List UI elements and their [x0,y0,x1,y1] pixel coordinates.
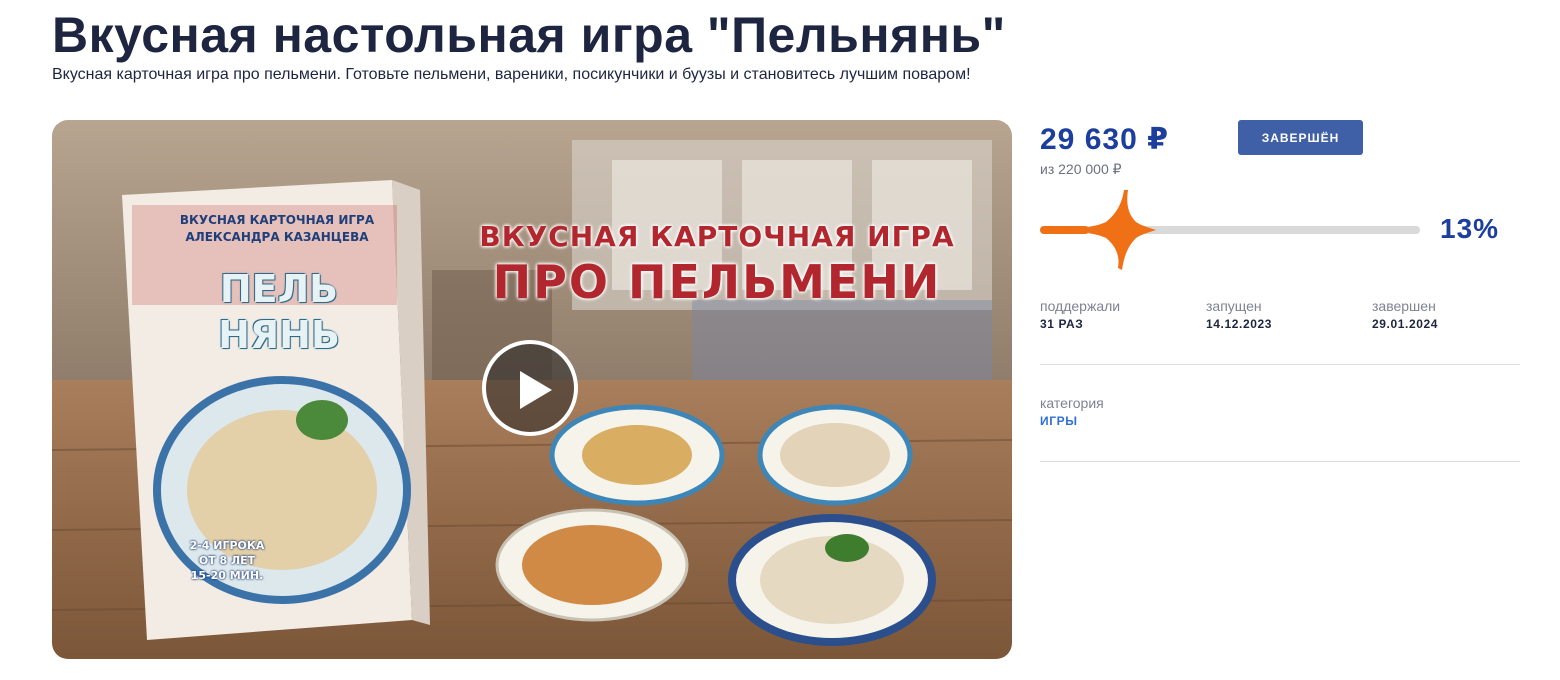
box-top-line-2: АЛЕКСАНДРА КАЗАНЦЕВА [185,230,369,244]
category-link[interactable]: ИГРЫ [1040,414,1104,428]
page-title: Вкусная настольная игра "Пельнянь" [52,7,1006,63]
finished-label: завершен [1372,298,1436,314]
project-video[interactable]: ВКУСНАЯ КАРТОЧНАЯ ИГРА ПРО ПЕЛЬМЕНИ ВКУС… [52,120,1012,659]
video-banner: ВКУСНАЯ КАРТОЧНАЯ ИГРА ПРО ПЕЛЬМЕНИ [462,220,972,309]
banner-line-2: ПРО ПЕЛЬМЕНИ [492,255,942,309]
started-value: 14.12.2023 [1206,317,1273,331]
divider [1040,364,1520,365]
finished-value: 29.01.2024 [1372,317,1439,331]
box-logo: ПЕЛЬ НЯНЬ [164,266,394,358]
box-top-text: ВКУСНАЯ КАРТОЧНАЯ ИГРА АЛЕКСАНДРА КАЗАНЦ… [162,212,392,246]
box-info-line-3: 15-20 МИН. [190,569,264,582]
stat-finished: завершен 29.01.2024 [1372,298,1438,331]
collected-amount: 29 630 ₽ [1040,123,1169,156]
category-block: категория ИГРЫ [1040,395,1104,428]
box-info-line-1: 2-4 ИГРОКА [189,539,265,552]
backers-value: 31 РАЗ [1040,317,1084,331]
status-badge: ЗАВЕРШЁН [1238,120,1363,155]
box-logo-line-2: НЯНЬ [218,313,340,357]
box-logo-line-1: ПЕЛЬ [219,267,339,311]
progress-marker-icon [1086,190,1156,270]
play-icon [520,371,552,409]
box-info: 2-4 ИГРОКА ОТ 8 ЛЕТ 15-20 МИН. [172,538,282,583]
progress-fill [1040,226,1090,234]
progress-percent: 13% [1440,213,1500,244]
banner-line-1: ВКУСНАЯ КАРТОЧНАЯ ИГРА [479,220,955,253]
box-top-line-1: ВКУСНАЯ КАРТОЧНАЯ ИГРА [179,213,375,227]
stat-started: запущен 14.12.2023 [1206,298,1272,331]
started-label: запущен [1206,298,1262,314]
stat-backers: поддержали 31 РАЗ [1040,298,1120,331]
goal-amount: из 220 000 ₽ [1040,161,1122,177]
box-info-line-2: ОТ 8 ЛЕТ [198,554,256,567]
category-label: категория [1040,395,1104,411]
divider [1040,461,1520,462]
project-subtitle: Вкусная карточная игра про пельмени. Гот… [52,66,971,83]
backers-label: поддержали [1040,298,1121,314]
play-button[interactable] [482,340,578,436]
